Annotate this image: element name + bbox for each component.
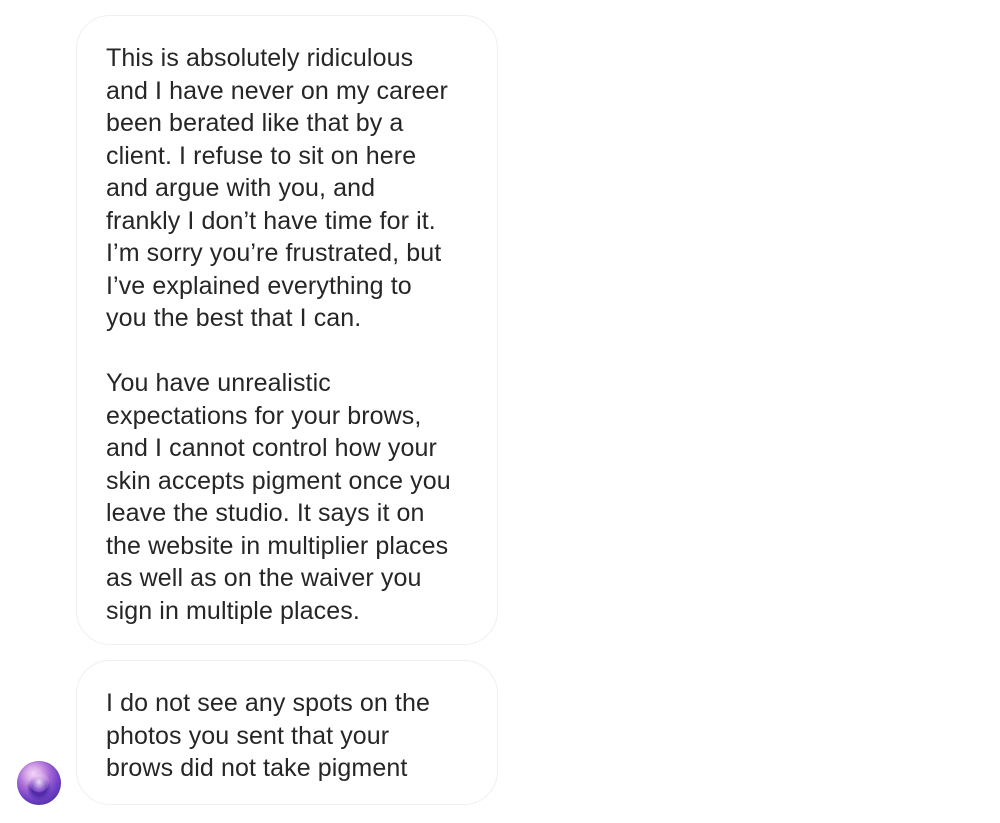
message-paragraph: This is absolutely ridiculous and I have… <box>106 44 448 332</box>
avatar[interactable] <box>17 761 61 805</box>
message-thread: This is absolutely ridiculous and I have… <box>0 0 1000 823</box>
message-bubble[interactable]: I do not see any spots on the photos you… <box>76 660 498 805</box>
avatar-glow-icon <box>29 772 49 792</box>
message-bubble[interactable]: This is absolutely ridiculous and I have… <box>76 15 498 645</box>
message-paragraph: I do not see any spots on the photos you… <box>106 689 430 782</box>
message-paragraph: You have unrealistic expectations for yo… <box>106 369 451 625</box>
